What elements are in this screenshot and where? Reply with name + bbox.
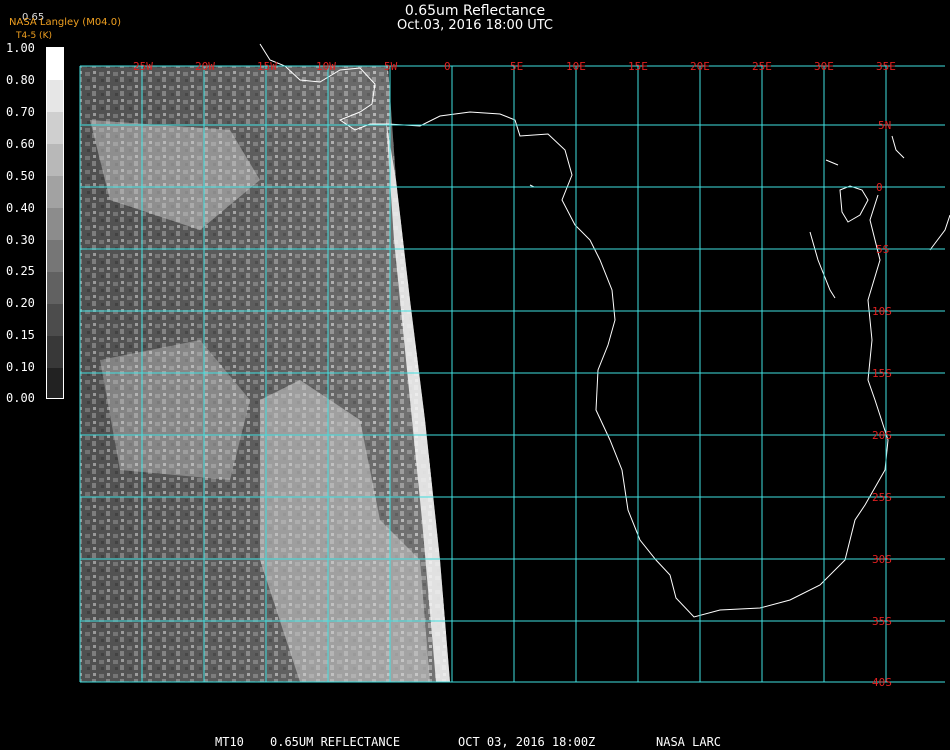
lon-label: 30E [814,60,834,73]
lon-label: 35E [876,60,896,73]
lat-label: 10S [872,305,892,318]
lon-label: 15E [628,60,648,73]
footer-product: MT10 [215,735,244,749]
lat-label: 5S [876,243,889,256]
lon-label: 5E [510,60,523,73]
lon-label: 20E [690,60,710,73]
lat-label: 35S [872,615,892,628]
lat-label: 5N [878,119,891,132]
footer-date: OCT 03, 2016 18:00Z [458,735,596,749]
lon-label: 20W [195,60,215,73]
map-canvas: 25W 20W 15W 10W 5W 0 5E 10E 15E 20E 25E … [79,43,950,689]
lat-label: 30S [872,553,892,566]
lon-label: 10E [566,60,586,73]
lat-label: 25S [872,491,892,504]
lat-label: 15S [872,367,892,380]
footer-source: NASA LARC [656,735,722,749]
lat-label: 40S [872,676,892,689]
lat-label: 0 [876,181,883,194]
lon-label: 0 [444,60,451,73]
satellite-imagery [80,66,450,682]
lat-label: 20S [872,429,892,442]
footer-name: 0.65UM REFLECTANCE [270,735,401,749]
lon-label: 25E [752,60,772,73]
lon-label: 10W [316,60,336,73]
lon-label: 15W [257,60,277,73]
lon-label: 25W [133,60,153,73]
lon-label: 5W [384,60,398,73]
